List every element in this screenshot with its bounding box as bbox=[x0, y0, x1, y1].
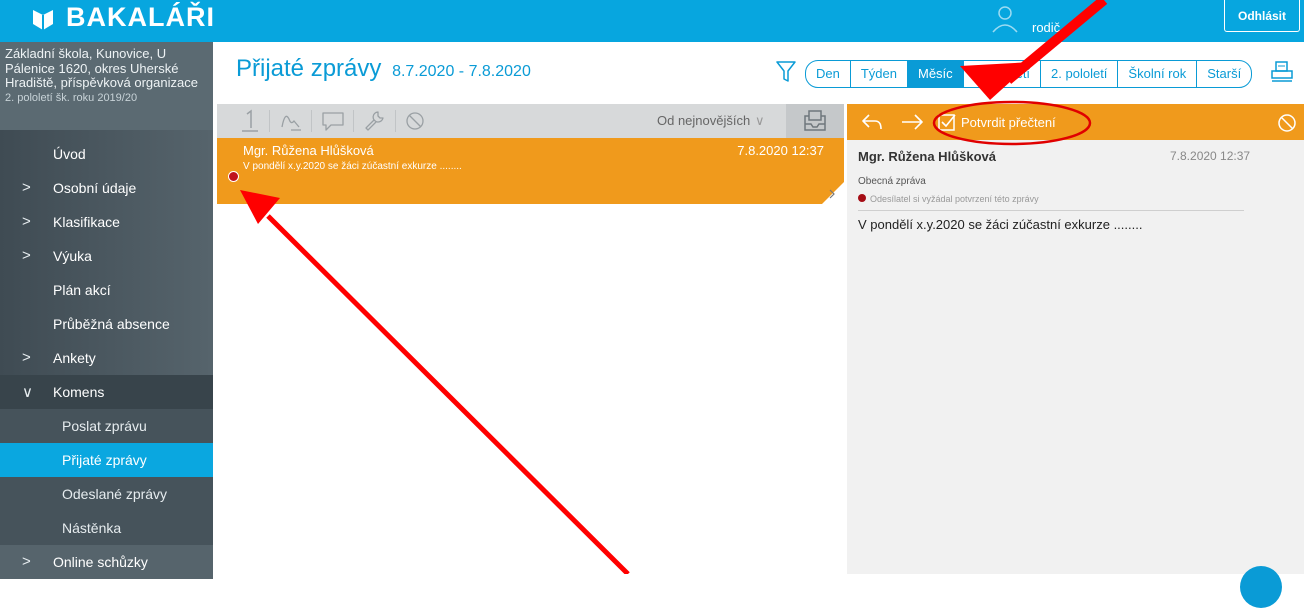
sidebar-item-label: Výuka bbox=[53, 248, 92, 264]
sidebar-item-osobni-udaje[interactable]: > Osobní údaje bbox=[0, 171, 213, 205]
detail-toolbar: Potvrdit přečtení bbox=[847, 104, 1304, 140]
period-mesic[interactable]: Měsíc bbox=[907, 61, 963, 87]
chevron-right-icon: > bbox=[22, 179, 31, 196]
date-range: 8.7.2020 - 7.8.2020 bbox=[392, 63, 531, 80]
period-tyden[interactable]: Týden bbox=[849, 61, 907, 87]
toolbar-divider bbox=[311, 110, 312, 132]
sidebar-item-odeslane-zpravy[interactable]: Odeslané zprávy bbox=[0, 477, 213, 511]
detail-sender: Mgr. Růžena Hlůšková bbox=[858, 149, 996, 164]
message-body: V pondělí x.y.2020 se žáci zúčastní exku… bbox=[858, 217, 1143, 232]
toolbar-divider bbox=[353, 110, 354, 132]
period-selector: Den Týden Měsíc 1. pololetí 2. pololetí … bbox=[805, 60, 1253, 88]
sidebar-item-poslat-zpravu[interactable]: Poslat zprávu bbox=[0, 409, 213, 443]
chevron-right-icon: > bbox=[22, 213, 31, 230]
message-date: 7.8.2020 12:37 bbox=[737, 143, 824, 158]
annotation-arrow-bottom bbox=[266, 214, 630, 574]
message-list-item[interactable]: Mgr. Růžena Hlůšková 7.8.2020 12:37 V po… bbox=[217, 138, 844, 204]
logout-button[interactable]: Odhlásit bbox=[1224, 0, 1300, 32]
sidebar-item-label: Klasifikace bbox=[53, 214, 120, 230]
sidebar-item-komens[interactable]: ∨ Komens bbox=[0, 375, 213, 409]
chevron-right-icon[interactable] bbox=[800, 182, 844, 204]
sidebar-item-prijate-zpravy[interactable]: Přijaté zprávy bbox=[0, 443, 213, 477]
read-receipt-dot-icon bbox=[858, 194, 866, 202]
user-icon bbox=[992, 6, 1018, 33]
sidebar-item-plan-akci[interactable]: Plán akcí bbox=[0, 273, 213, 307]
message-type: Obecná zpráva bbox=[858, 176, 926, 187]
sidebar-item-vyuka[interactable]: > Výuka bbox=[0, 239, 213, 273]
sidebar-item-label: Osobní údaje bbox=[53, 180, 137, 196]
sidebar-item-label: Poslat zprávu bbox=[62, 418, 147, 434]
unread-indicator-icon bbox=[228, 171, 239, 182]
top-header: BAKALÁŘI rodič Odhlásit bbox=[0, 0, 1304, 42]
page-title: Přijaté zprávy 8.7.2020 - 7.8.2020 bbox=[236, 55, 531, 83]
envelope-icon bbox=[804, 110, 826, 131]
sidebar-nav: Úvod > Osobní údaje > Klasifikace > Výuk… bbox=[0, 137, 213, 579]
sidebar-item-nastenka[interactable]: Nástěnka bbox=[0, 511, 213, 545]
chevron-right-icon: > bbox=[22, 247, 31, 264]
envelope-button[interactable] bbox=[786, 104, 844, 138]
sidebar-item-label: Průběžná absence bbox=[53, 316, 170, 332]
school-term: 2. pololetí šk. roku 2019/20 bbox=[5, 91, 138, 104]
message-list-toolbar: Od nejnovějších ∨ bbox=[217, 104, 844, 138]
message-detail-panel: Potvrdit přečtení Mgr. Růžena Hlůšková 7… bbox=[847, 104, 1304, 574]
sidebar-item-label: Úvod bbox=[53, 146, 86, 162]
chevron-right-icon: > bbox=[22, 349, 31, 366]
bakalari-logo-icon bbox=[33, 10, 53, 30]
message-preview: V pondělí x.y.2020 se žáci zúčastní exku… bbox=[243, 161, 462, 172]
checkbox-icon[interactable] bbox=[937, 112, 957, 132]
chevron-right-icon: > bbox=[22, 553, 31, 570]
period-2-pololeti[interactable]: 2. pololetí bbox=[1040, 61, 1117, 87]
sidebar-item-klasifikace[interactable]: > Klasifikace bbox=[0, 205, 213, 239]
logo-text: BAKALÁŘI bbox=[66, 2, 215, 32]
sort-dropdown[interactable]: Od nejnovějších bbox=[657, 113, 750, 128]
help-button[interactable] bbox=[1240, 566, 1282, 608]
comment-icon[interactable] bbox=[321, 109, 345, 133]
read-receipt-note: Odesílatel si vyžádal potvrzení této zpr… bbox=[870, 194, 1039, 204]
sidebar-item-label: Odeslané zprávy bbox=[62, 486, 168, 502]
logo[interactable]: BAKALÁŘI bbox=[30, 0, 215, 32]
confirm-read-button[interactable]: Potvrdit přečtení bbox=[961, 115, 1056, 130]
filter-icon[interactable] bbox=[776, 60, 796, 84]
period-starsi[interactable]: Starší bbox=[1196, 61, 1251, 87]
user-block[interactable]: rodič bbox=[990, 4, 1190, 40]
toolbar-divider bbox=[395, 110, 396, 132]
print-icon[interactable] bbox=[1270, 60, 1294, 84]
sidebar-item-label: Komens bbox=[53, 384, 105, 400]
toolbar-divider bbox=[269, 110, 270, 132]
forward-icon[interactable] bbox=[899, 113, 925, 131]
wrench-icon[interactable] bbox=[363, 109, 387, 133]
school-name: Základní škola, Kunovice, U Pálenice 162… bbox=[5, 46, 198, 90]
sidebar-item-label: Přijaté zprávy bbox=[62, 452, 147, 468]
cancel-icon[interactable] bbox=[1277, 113, 1297, 133]
sidebar-item-label: Ankety bbox=[53, 350, 96, 366]
school-info: Základní škola, Kunovice, U Pálenice 162… bbox=[0, 42, 213, 130]
sidebar-item-label: Nástěnka bbox=[62, 520, 122, 536]
user-role: rodič bbox=[1032, 20, 1061, 35]
sidebar-item-ankety[interactable]: > Ankety bbox=[0, 341, 213, 375]
reply-icon[interactable] bbox=[861, 113, 883, 131]
chevron-down-icon[interactable]: ∨ bbox=[755, 113, 765, 129]
block-icon[interactable] bbox=[403, 109, 427, 133]
chevron-down-icon: ∨ bbox=[22, 384, 33, 401]
sidebar-item-prubezna-absence[interactable]: Průběžná absence bbox=[0, 307, 213, 341]
page-title-text: Přijaté zprávy bbox=[236, 55, 382, 82]
sidebar-item-uvod[interactable]: Úvod bbox=[0, 137, 213, 171]
detail-date: 7.8.2020 12:37 bbox=[1170, 149, 1251, 163]
sidebar-item-label: Online schůzky bbox=[53, 554, 148, 570]
period-1-pololeti[interactable]: 1. pololetí bbox=[962, 61, 1040, 87]
message-sender: Mgr. Růžena Hlůšková bbox=[243, 143, 374, 158]
signature-icon[interactable] bbox=[279, 109, 303, 133]
period-den[interactable]: Den bbox=[806, 61, 850, 87]
detail-divider bbox=[858, 210, 1244, 211]
number-one-icon[interactable] bbox=[241, 109, 259, 133]
sidebar-item-label: Plán akcí bbox=[53, 282, 111, 298]
sidebar: Základní škola, Kunovice, U Pálenice 162… bbox=[0, 42, 213, 579]
period-skolni-rok[interactable]: Školní rok bbox=[1117, 61, 1196, 87]
